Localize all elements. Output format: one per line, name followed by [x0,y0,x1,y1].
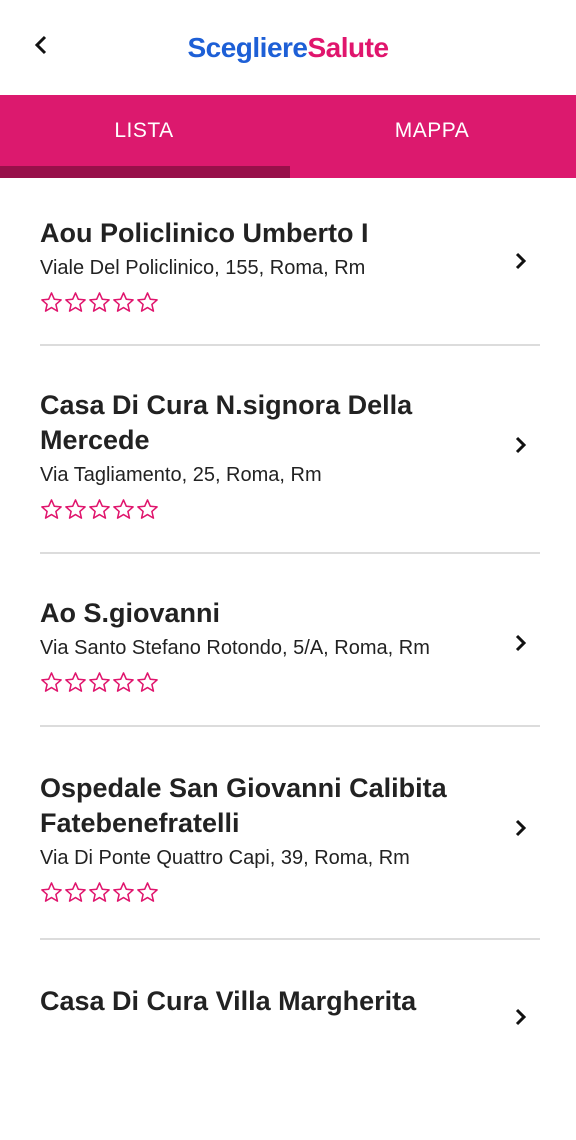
star-icon [89,882,110,902]
star-icon [137,672,158,692]
hospital-address: Via Tagliamento, 25, Roma, Rm [40,464,322,486]
logo-text-part2: Salute [307,32,390,63]
tab-bar: LISTA MAPPA [0,95,576,178]
star-icon [65,882,86,902]
list-item[interactable]: Ao S.giovanni Via Santo Stefano Rotondo,… [40,554,540,727]
chevron-right-icon [512,436,530,454]
app-bar: ScegliereSalute [0,0,576,95]
selected-tab-indicator [0,166,290,178]
star-icon [137,292,158,312]
chevron-right-icon [512,1008,530,1026]
star-icon [113,882,134,902]
tab-mappa[interactable]: MAPPA [288,95,576,178]
star-icon [65,292,86,312]
star-icon [41,499,62,519]
star-icon [137,882,158,902]
star-icon [41,292,62,312]
hospital-name: Casa Di Cura N.signora Della Mercede [40,390,413,455]
app-logo: ScegliereSalute [0,32,576,64]
star-icon [65,672,86,692]
tab-lista-label: LISTA [114,119,174,142]
rating-stars [40,671,540,694]
hospital-name: Casa Di Cura Villa Margherita [40,986,417,1016]
chevron-right-icon [512,819,530,837]
star-icon [137,499,158,519]
star-icon [113,499,134,519]
chevron-right-icon [512,634,530,652]
star-icon [89,292,110,312]
star-icon [113,672,134,692]
list-item[interactable]: Aou Policlinico Umberto I Viale Del Poli… [40,178,540,346]
rating-stars [40,291,540,314]
hospital-name: Ao S.giovanni [40,598,221,628]
star-icon [65,499,86,519]
hospital-address: Via Santo Stefano Rotondo, 5/A, Roma, Rm [40,637,430,659]
star-icon [41,882,62,902]
hospital-name: Aou Policlinico Umberto I [40,218,369,248]
hospital-address: Via Di Ponte Quattro Capi, 39, Roma, Rm [40,847,410,869]
rating-stars [40,881,540,904]
star-icon [89,499,110,519]
hospital-address: Viale Del Policlinico, 155, Roma, Rm [40,257,366,279]
hospital-list: Aou Policlinico Umberto I Viale Del Poli… [0,178,576,1140]
star-icon [41,672,62,692]
tab-mappa-label: MAPPA [394,119,470,142]
chevron-right-icon [512,252,530,270]
list-item[interactable]: Ospedale San Giovanni Calibita Fatebenef… [40,727,540,940]
rating-stars [40,498,540,521]
list-item[interactable]: Casa Di Cura N.signora Della Mercede Via… [40,346,540,554]
star-icon [113,292,134,312]
star-icon [89,672,110,692]
list-item[interactable]: Casa Di Cura Villa Margherita [40,940,540,1140]
logo-text-part1: Scegliere [187,32,308,63]
hospital-name: Ospedale San Giovanni Calibita Fatebenef… [40,773,447,838]
